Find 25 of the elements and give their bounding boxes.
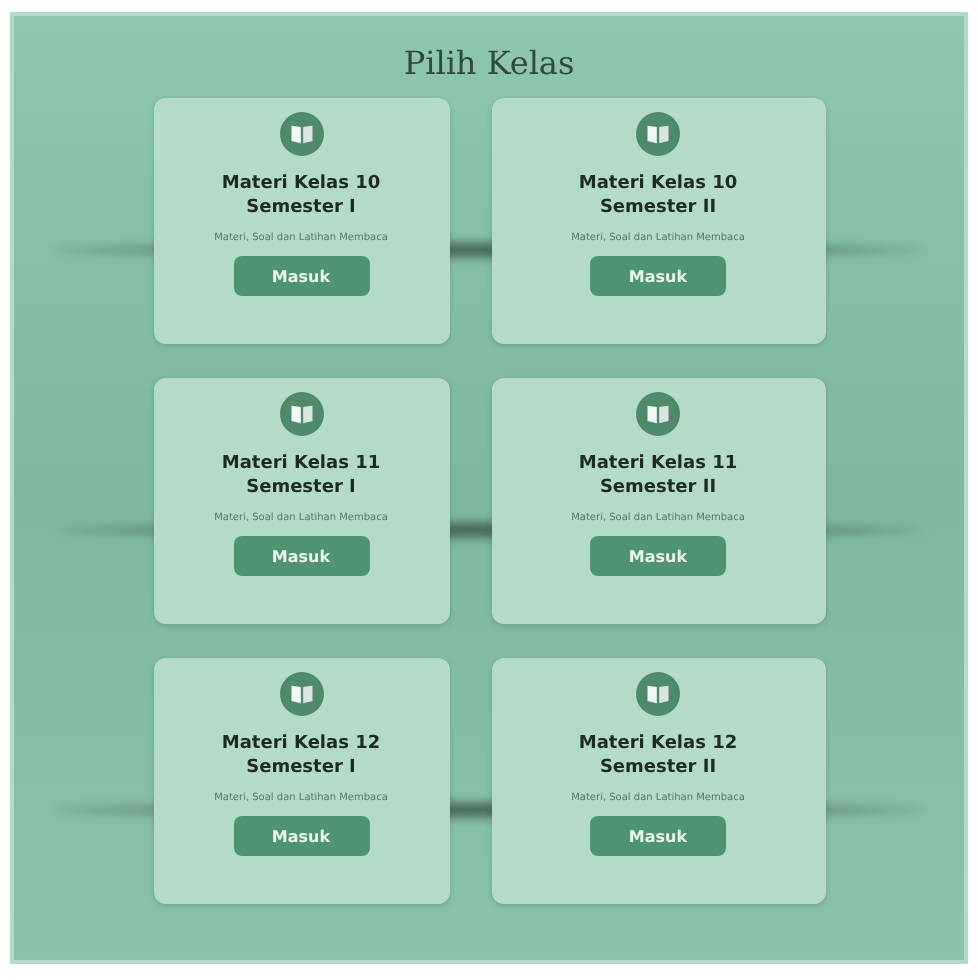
card-semester: Semester II <box>599 196 717 220</box>
enter-button[interactable]: Masuk <box>590 536 726 576</box>
card-title: Materi Kelas 10 <box>221 172 381 196</box>
enter-button[interactable]: Masuk <box>233 816 369 856</box>
card-title: Materi Kelas 11 <box>221 452 381 476</box>
book-icon <box>279 392 323 436</box>
card-title: Materi Kelas 12 <box>221 732 381 756</box>
book-icon <box>636 672 680 716</box>
book-icon <box>279 672 323 716</box>
card-semester: Semester I <box>246 756 356 780</box>
enter-button[interactable]: Masuk <box>590 816 726 856</box>
card-semester: Semester I <box>246 476 356 500</box>
card-semester: Semester II <box>599 756 717 780</box>
card-semester: Semester I <box>246 196 356 220</box>
card-title: Materi Kelas 10 <box>578 172 738 196</box>
book-icon <box>279 112 323 156</box>
book-icon <box>636 392 680 436</box>
page-title: Pilih Kelas <box>403 44 575 82</box>
enter-button[interactable]: Masuk <box>233 256 369 296</box>
card-title: Materi Kelas 12 <box>578 732 738 756</box>
book-icon <box>636 112 680 156</box>
enter-button[interactable]: Masuk <box>233 536 369 576</box>
enter-button[interactable]: Masuk <box>590 256 726 296</box>
card-title: Materi Kelas 11 <box>578 452 738 476</box>
card-semester: Semester II <box>599 476 717 500</box>
